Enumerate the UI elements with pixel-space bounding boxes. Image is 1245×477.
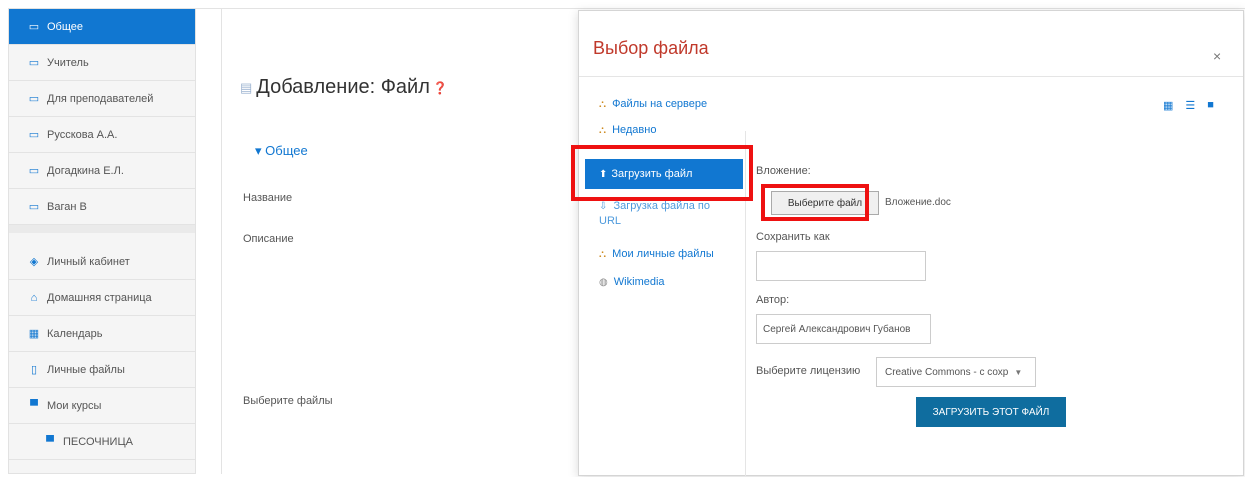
sidebar-item-general[interactable]: ▭ Общее: [9, 9, 195, 45]
author-label: Автор:: [756, 294, 790, 306]
dialog-title: Выбор файла: [593, 38, 709, 58]
select-files-label: Выберите файлы: [243, 395, 333, 407]
folder-icon: ▭: [28, 57, 40, 69]
page-title: ▤ Добавление: Файл ❓: [240, 76, 448, 99]
folder-view-icon[interactable]: ■: [1207, 99, 1214, 112]
repo-label: Загрузка файла по URL: [599, 200, 710, 227]
folder-icon: ▭: [28, 21, 40, 33]
home-icon: ⌂: [30, 291, 38, 304]
repo-private-files[interactable]: ⛬ Мои личные файлы: [599, 247, 714, 262]
sidebar-item-label: Общее: [47, 20, 84, 33]
sidebar-item-label: Русскова А.А.: [47, 128, 118, 141]
name-label: Название: [243, 192, 293, 204]
help-icon[interactable]: ❓: [433, 81, 448, 95]
view-toolbar: ▦ ☰ ■: [1163, 99, 1214, 112]
chevron-down-icon: ▾: [255, 143, 262, 158]
highlight-box-upload-repo: [571, 145, 753, 201]
folder-icon: ▭: [28, 129, 40, 141]
page-title-text: Добавление: Файл: [256, 76, 430, 98]
sidebar-item-label: ПЕСОЧНИЦА: [63, 435, 133, 448]
folder-icon: ▭: [28, 165, 40, 177]
sidebar-item-label: Домашняя страница: [47, 291, 152, 304]
author-input[interactable]: Сергей Александрович Губанов: [756, 314, 931, 344]
server-icon: ⛬: [599, 99, 606, 110]
sidebar-item-my-courses[interactable]: ▀ Мои курсы: [9, 388, 195, 424]
graduation-cap-icon: ▀: [46, 435, 54, 448]
sidebar-item-teacher[interactable]: ▭ Учитель: [9, 45, 195, 81]
sidebar-item-label: Ваган В: [47, 200, 87, 213]
sidebar-item-dashboard[interactable]: ◈ Личный кабинет: [9, 244, 195, 280]
main-left-border: [221, 8, 222, 474]
license-select-value: Creative Commons - с сохр: [885, 366, 1009, 378]
sidebar-item-label: Догадкина Е.Л.: [47, 164, 124, 177]
sidebar-item-private-files[interactable]: ▯ Личные файлы: [9, 352, 195, 388]
repo-label: Мои личные файлы: [612, 248, 714, 260]
highlight-box-choose-file: [761, 184, 869, 221]
private-files-icon: ⛬: [599, 249, 606, 260]
chevron-down-icon: ▼: [1014, 367, 1023, 377]
sidebar-item-label: Личный кабинет: [47, 255, 130, 268]
recent-icon: ⛬: [599, 125, 606, 136]
upload-this-file-button[interactable]: ЗАГРУЗИТЬ ЭТОТ ФАЙЛ: [916, 397, 1066, 427]
repo-label: Недавно: [612, 124, 657, 136]
dashboard-icon: ◈: [29, 256, 39, 268]
section-general-toggle[interactable]: ▾ Общее: [255, 143, 308, 159]
repo-label: Файлы на сервере: [612, 98, 708, 110]
sidebar-item-for-teachers[interactable]: ▭ Для преподавателей: [9, 81, 195, 117]
sidebar-item-home[interactable]: ⌂ Домашняя страница: [9, 280, 195, 316]
main-top-border: [196, 8, 1245, 9]
sidebar-item-vagan[interactable]: ▭ Ваган В: [9, 189, 195, 225]
graduation-cap-icon: ▀: [30, 399, 38, 412]
sidebar-item-calendar[interactable]: ▦ Календарь: [9, 316, 195, 352]
wikimedia-icon: ◍: [599, 277, 608, 288]
calendar-icon: ▦: [28, 328, 40, 340]
sidebar-item-russkova[interactable]: ▭ Русскова А.А.: [9, 117, 195, 153]
save-as-label: Сохранить как: [756, 231, 830, 243]
chosen-file-name: Вложение.doc: [885, 197, 951, 208]
file-icon: ▯: [30, 364, 38, 376]
repo-recent[interactable]: ⛬ Недавно: [599, 123, 656, 138]
attachment-label: Вложение:: [756, 165, 811, 177]
sidebar-item-label: Мои курсы: [47, 399, 102, 412]
sidebar-item-label: Для преподавателей: [47, 92, 154, 105]
section-general-label: Общее: [265, 143, 308, 158]
url-icon: ⇩: [599, 201, 608, 212]
file-picker-dialog: Выбор файла × ⛬ Файлы на сервере ⛬ Недав…: [571, 10, 1244, 476]
sidebar-item-label: Календарь: [47, 327, 103, 340]
list-view-icon[interactable]: ☰: [1185, 99, 1195, 112]
upload-form: Вложение: Выберите файл Вложение.doc Сох…: [745, 131, 1244, 476]
save-as-input[interactable]: [756, 251, 926, 281]
sidebar-item-dogadkina[interactable]: ▭ Догадкина Е.Л.: [9, 153, 195, 189]
close-icon[interactable]: ×: [1213, 48, 1221, 64]
sidebar-item-label: Учитель: [47, 56, 89, 69]
document-icon: ▤: [240, 79, 253, 95]
repo-wikimedia[interactable]: ◍ Wikimedia: [599, 275, 665, 290]
sidebar-item-sandbox[interactable]: ▀ ПЕСОЧНИЦА: [9, 424, 195, 460]
license-label: Выберите лицензию: [756, 365, 861, 377]
sidebar-item-label: Личные файлы: [47, 363, 125, 376]
folder-icon: ▭: [28, 93, 40, 105]
repo-url-download[interactable]: ⇩ Загрузка файла по URL: [599, 199, 729, 228]
repo-server-files[interactable]: ⛬ Файлы на сервере: [599, 97, 707, 112]
sidebar-separator: [9, 225, 195, 233]
description-label: Описание: [243, 233, 294, 245]
grid-view-icon[interactable]: ▦: [1163, 99, 1173, 112]
folder-icon: ▭: [28, 201, 40, 213]
sidebar-nav: ▭ Общее ▭ Учитель ▭ Для преподавателей ▭…: [8, 8, 196, 474]
dialog-header-divider: [579, 76, 1243, 77]
license-select[interactable]: Creative Commons - с сохр ▼: [876, 357, 1036, 387]
repo-label: Wikimedia: [613, 276, 665, 288]
